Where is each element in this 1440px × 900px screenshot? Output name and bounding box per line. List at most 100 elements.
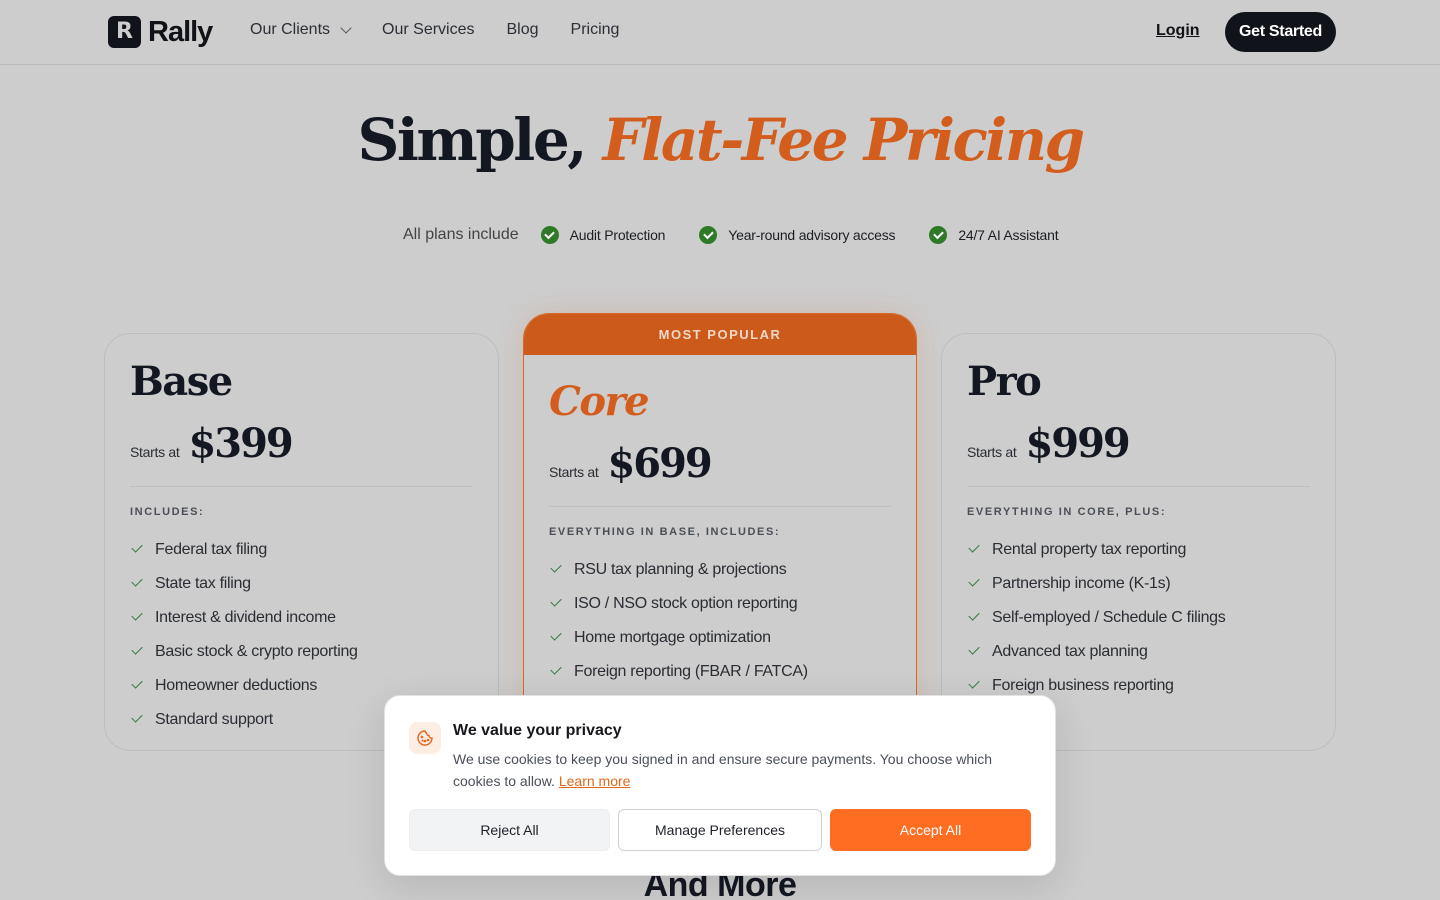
title-plain: Simple,: [357, 106, 587, 174]
check-icon: [968, 643, 980, 655]
feature-label: Basic stock & crypto reporting: [155, 643, 358, 660]
check-icon: [550, 595, 562, 607]
include-item: Audit Protection: [540, 226, 666, 244]
cookie-consent-dialog: We value your privacy We use cookies to …: [384, 695, 1056, 876]
features-heading: EVERYTHING IN BASE, INCLUDES:: [549, 526, 781, 538]
all-plans-include: All plans include Audit Protection Year-…: [403, 226, 1092, 244]
feature-list: Rental property tax reporting Partnershi…: [967, 533, 1226, 703]
check-icon: [550, 663, 562, 675]
nav-our-clients[interactable]: Our Clients: [250, 21, 352, 39]
feature-item: Standard support: [130, 703, 358, 737]
feature-item: Advanced tax planning: [967, 635, 1225, 669]
check-circle-icon: [929, 226, 948, 244]
feature-item: Rental property tax reporting: [967, 533, 1225, 567]
price-row: Starts at $699: [549, 440, 713, 487]
check-circle-icon: [699, 226, 718, 244]
feature-label: Self-employed / Schedule C filings: [992, 609, 1226, 626]
page-title: Simple, Flat-Fee Pricing: [0, 106, 1440, 174]
include-item-label: Year-round advisory access: [728, 227, 896, 243]
features-heading: INCLUDES:: [130, 506, 205, 518]
feature-label: Homeowner deductions: [155, 677, 318, 694]
feature-label: RSU tax planning & projections: [574, 561, 787, 578]
chevron-down-icon: [340, 22, 352, 34]
logo-mark-icon: R: [108, 16, 141, 48]
logo-letter: R: [116, 19, 133, 44]
include-item: 24/7 AI Assistant: [929, 226, 1059, 244]
brand-logo[interactable]: R Rally: [108, 15, 213, 48]
feature-item: Home mortgage optimization: [549, 621, 808, 655]
top-nav: R Rally Our Clients Our Services Blog Pr…: [0, 0, 1440, 65]
nav-links: Our Clients Our Services Blog Pricing: [250, 21, 619, 39]
plan-name: Base: [130, 358, 233, 405]
includes-label: All plans include: [403, 226, 519, 243]
feature-item: Self-employed / Schedule C filings: [967, 601, 1226, 635]
feature-item: Partnership income (K-1s): [967, 567, 1225, 601]
check-icon: [131, 609, 143, 621]
divider: [130, 486, 473, 487]
nav-pricing[interactable]: Pricing: [571, 21, 620, 39]
feature-item: RSU tax planning & projections: [549, 553, 808, 587]
include-item: Year-round advisory access: [699, 226, 896, 244]
check-icon: [968, 541, 980, 553]
feature-label: ISO / NSO stock option reporting: [574, 595, 798, 612]
feature-list: RSU tax planning & projections ISO / NSO…: [549, 553, 808, 689]
feature-list: Federal tax filing State tax filing Inte…: [130, 533, 358, 737]
plan-price: $999: [1025, 420, 1130, 467]
check-icon: [968, 677, 980, 689]
include-item-label: Audit Protection: [569, 227, 666, 243]
manage-preferences-button[interactable]: Manage Preferences: [618, 809, 822, 851]
feature-label: Rental property tax reporting: [992, 541, 1187, 558]
nav-our-services[interactable]: Our Services: [382, 21, 474, 39]
feature-item: Foreign reporting (FBAR / FATCA): [549, 655, 808, 689]
feature-label: Foreign business reporting: [992, 677, 1174, 694]
features-heading: EVERYTHING IN CORE, PLUS:: [967, 506, 1167, 518]
feature-label: Federal tax filing: [155, 541, 267, 558]
check-icon: [968, 609, 980, 621]
feature-item: State tax filing: [130, 567, 358, 601]
starts-at-label: Starts at: [549, 464, 599, 480]
check-icon: [550, 629, 562, 641]
title-accent: Flat-Fee Pricing: [602, 106, 1085, 174]
check-icon: [968, 575, 980, 587]
feature-label: Partnership income (K-1s): [992, 575, 1171, 592]
include-item-label: 24/7 AI Assistant: [958, 227, 1059, 243]
check-icon: [550, 561, 562, 573]
starts-at-label: Starts at: [130, 444, 180, 460]
check-icon: [131, 643, 143, 655]
feature-label: Foreign reporting (FBAR / FATCA): [574, 663, 808, 680]
feature-label: State tax filing: [155, 575, 251, 592]
nav-our-clients-label: Our Clients: [250, 21, 331, 38]
check-circle-icon: [540, 226, 559, 244]
check-icon: [131, 575, 143, 587]
get-started-button[interactable]: Get Started: [1225, 12, 1336, 52]
price-row: Starts at $999: [967, 420, 1131, 467]
plan-name: Core: [549, 378, 650, 425]
check-icon: [131, 711, 143, 723]
cookie-icon: [409, 722, 441, 754]
plan-price: $699: [607, 440, 712, 487]
starts-at-label: Starts at: [967, 444, 1017, 460]
feature-item: Basic stock & crypto reporting: [130, 635, 358, 669]
feature-label: Standard support: [155, 711, 273, 728]
check-icon: [131, 541, 143, 553]
brand-name: Rally: [148, 15, 213, 48]
divider: [967, 486, 1310, 487]
feature-item: ISO / NSO stock option reporting: [549, 587, 808, 621]
price-row: Starts at $399: [130, 420, 294, 467]
feature-item: Homeowner deductions: [130, 669, 358, 703]
cookie-title: We value your privacy: [453, 722, 622, 739]
login-link[interactable]: Login: [1156, 22, 1200, 40]
plan-price: $399: [188, 420, 293, 467]
plan-card-core: MOST POPULAR Core Starts at $699 EVERYTH…: [523, 313, 917, 733]
learn-more-link[interactable]: Learn more: [559, 773, 631, 789]
reject-all-button[interactable]: Reject All: [409, 809, 610, 851]
most-popular-badge: MOST POPULAR: [524, 314, 916, 355]
cookie-description-text: We use cookies to keep you signed in and…: [453, 751, 993, 789]
nav-blog[interactable]: Blog: [507, 21, 539, 39]
feature-label: Home mortgage optimization: [574, 629, 771, 646]
accept-all-button[interactable]: Accept All: [830, 809, 1031, 851]
plan-card-pro: Pro Starts at $999 EVERYTHING IN CORE, P…: [941, 333, 1336, 751]
feature-label: Advanced tax planning: [992, 643, 1148, 660]
cookie-description: We use cookies to keep you signed in and…: [453, 748, 1023, 792]
feature-item: Federal tax filing: [130, 533, 358, 567]
